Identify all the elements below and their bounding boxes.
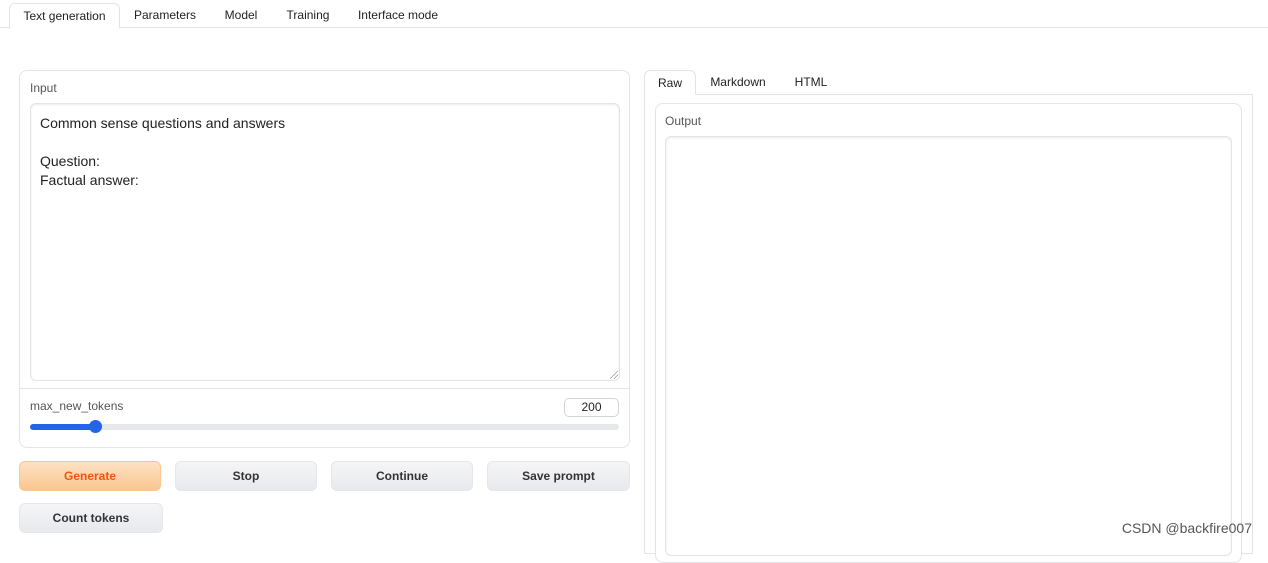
count-tokens-button[interactable]: Count tokens [19, 503, 163, 533]
max-new-tokens-number-input[interactable]: 200 [564, 398, 619, 417]
divider [20, 388, 629, 389]
input-label: Input [30, 81, 57, 95]
slider-fill [30, 424, 95, 430]
generate-button[interactable]: Generate [19, 461, 161, 491]
tab-model[interactable]: Model [212, 3, 270, 28]
tab-markdown[interactable]: Markdown [702, 70, 774, 95]
input-panel: Input Common sense questions and answers… [19, 70, 630, 448]
tab-training[interactable]: Training [276, 3, 340, 28]
slider-thumb[interactable] [89, 420, 102, 433]
output-label: Output [665, 114, 701, 128]
tab-html[interactable]: HTML [784, 70, 838, 95]
continue-button[interactable]: Continue [331, 461, 473, 491]
max-new-tokens-slider[interactable] [30, 424, 619, 430]
tab-parameters[interactable]: Parameters [124, 3, 206, 28]
stop-button[interactable]: Stop [175, 461, 317, 491]
output-tab-line [696, 94, 1253, 95]
tab-raw[interactable]: Raw [644, 70, 696, 95]
output-panel: Output [655, 103, 1242, 563]
save-prompt-button[interactable]: Save prompt [487, 461, 630, 491]
tab-text-generation[interactable]: Text generation [9, 3, 120, 29]
main-tab-bar: Text generation Parameters Model Trainin… [0, 0, 1268, 28]
output-textarea[interactable] [665, 136, 1232, 556]
resize-grip-icon[interactable] [610, 371, 618, 379]
watermark: CSDN @backfire007 [1122, 520, 1252, 536]
input-textarea[interactable]: Common sense questions and answers Quest… [30, 103, 620, 381]
max-new-tokens-label: max_new_tokens [30, 399, 123, 413]
tab-interface-mode[interactable]: Interface mode [348, 3, 448, 28]
